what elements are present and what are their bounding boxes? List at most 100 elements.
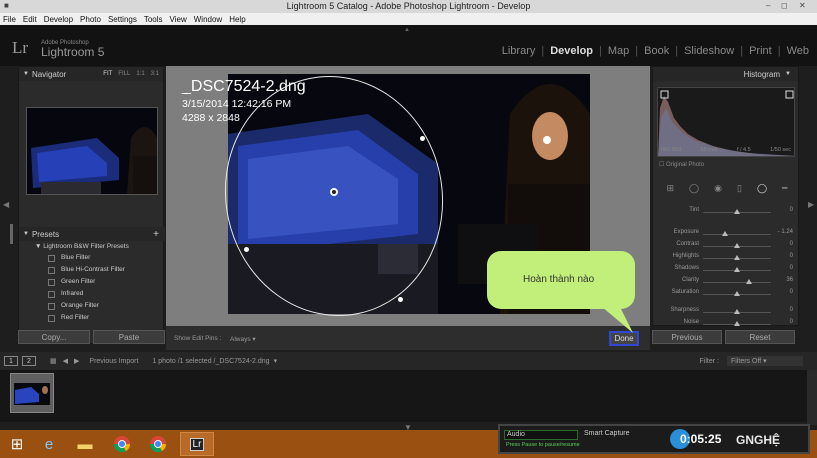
chrome-icon[interactable]	[143, 432, 173, 456]
presets-header[interactable]: ▼ Presets +	[19, 227, 165, 241]
original-photo-toggle[interactable]: ☐ Original Photo	[659, 161, 704, 168]
navigator-header[interactable]: ▼ Navigator FIT FILL 1:1 3:1	[19, 67, 163, 81]
slider-saturation[interactable]: Saturation 0	[655, 289, 795, 300]
radial-filter-handle[interactable]	[420, 136, 425, 141]
slider-clarity[interactable]: Clarity 36	[655, 277, 795, 288]
grid-view-icon[interactable]: ▦	[50, 357, 57, 365]
menu-settings[interactable]: Settings	[108, 15, 137, 24]
selection-dropdown-icon[interactable]: ▾	[274, 357, 278, 365]
collapse-top-icon[interactable]: ▲	[404, 27, 410, 33]
module-library[interactable]: Library	[502, 45, 536, 57]
slider-highlights[interactable]: Highlights 0	[655, 253, 795, 264]
preset-item[interactable]: Blue Hi-Contrast Filter	[19, 264, 165, 276]
slider-value[interactable]: - 1.24	[769, 229, 793, 235]
preset-item[interactable]: Blue Filter	[19, 252, 165, 264]
slider-knob[interactable]	[734, 209, 740, 214]
menu-develop[interactable]: Develop	[44, 15, 73, 24]
radial-filter-handle[interactable]	[244, 247, 249, 252]
slider-value[interactable]: 0	[769, 289, 793, 295]
menu-tools[interactable]: Tools	[144, 15, 163, 24]
slider-value[interactable]: 0	[769, 319, 793, 325]
zoom-1-1[interactable]: 1:1	[136, 71, 144, 77]
slider-sharpness[interactable]: Sharpness 0	[655, 307, 795, 318]
slider-exposure[interactable]: Exposure - 1.24	[655, 229, 795, 240]
slider-value[interactable]: 0	[769, 207, 793, 213]
main-window-button[interactable]: 1	[4, 356, 18, 366]
menu-help[interactable]: Help	[229, 15, 245, 24]
module-map[interactable]: Map	[608, 45, 629, 57]
slider-noise[interactable]: Noise 0	[655, 319, 795, 330]
chrome-icon[interactable]	[107, 432, 137, 456]
maximize-icon[interactable]: ◻	[781, 1, 788, 10]
slider-knob[interactable]	[734, 321, 740, 326]
lightroom-taskbar-icon[interactable]: Lr	[180, 432, 214, 456]
slider-value[interactable]: 36	[769, 277, 793, 283]
menu-window[interactable]: Window	[194, 15, 222, 24]
menu-photo[interactable]: Photo	[80, 15, 101, 24]
second-window-button[interactable]: 2	[22, 356, 36, 366]
left-scrollbar[interactable]	[10, 224, 13, 244]
add-preset-icon[interactable]: +	[153, 229, 165, 240]
forward-arrow-icon[interactable]: ▶	[74, 357, 79, 365]
radial-filter-handle[interactable]	[398, 297, 403, 302]
preset-item[interactable]: Red Filter	[19, 312, 165, 324]
slider-track[interactable]	[703, 234, 771, 235]
windows-start-icon[interactable]: ⊞	[2, 432, 32, 456]
slider-knob[interactable]	[734, 243, 740, 248]
filmstrip-source[interactable]: Previous Import	[89, 358, 138, 365]
menu-view[interactable]: View	[170, 15, 187, 24]
collapse-right-icon[interactable]: ▶	[808, 200, 814, 209]
slider-value[interactable]: 0	[769, 307, 793, 313]
slider-knob[interactable]	[746, 279, 753, 284]
slider-value[interactable]: 0	[769, 253, 793, 259]
slider-knob[interactable]	[734, 255, 740, 260]
file-explorer-icon[interactable]: ▬	[70, 432, 100, 456]
module-develop[interactable]: Develop	[550, 45, 593, 57]
previous-button[interactable]: Previous	[652, 330, 722, 344]
filmstrip-thumbnail[interactable]	[10, 373, 54, 413]
preset-item[interactable]: Infrared	[19, 288, 165, 300]
slider-contrast[interactable]: Contrast 0	[655, 241, 795, 252]
preset-item[interactable]: Orange Filter	[19, 300, 165, 312]
show-pins-select[interactable]: Always ▾	[230, 335, 256, 343]
slider-knob[interactable]	[722, 231, 729, 236]
navigator-preview[interactable]	[26, 107, 158, 195]
copy-button[interactable]: Copy...	[18, 330, 90, 344]
slider-knob[interactable]	[734, 267, 740, 272]
radial-filter-icon[interactable]: ◯	[757, 183, 767, 194]
graduated-filter-icon[interactable]: ▯	[737, 183, 742, 194]
histogram-header[interactable]: Histogram ▼	[653, 67, 798, 81]
slider-tint[interactable]: Tint 0	[655, 207, 795, 218]
slider-value[interactable]: 0	[769, 265, 793, 271]
close-icon[interactable]: ✕	[799, 1, 806, 10]
preset-item[interactable]: Green Filter	[19, 276, 165, 288]
slider-knob[interactable]	[734, 291, 740, 296]
edit-pin[interactable]	[543, 136, 551, 144]
red-eye-icon[interactable]: ◉	[714, 183, 722, 194]
filmstrip-scrollbar[interactable]	[807, 370, 817, 425]
module-print[interactable]: Print	[749, 45, 772, 57]
zoom-fill[interactable]: FILL	[118, 71, 130, 77]
preset-folder[interactable]: ▼ Lightroom B&W Filter Presets	[19, 241, 165, 252]
menu-edit[interactable]: Edit	[23, 15, 37, 24]
internet-explorer-icon[interactable]: e	[34, 432, 64, 456]
crop-overlay-icon[interactable]: ⊞	[667, 183, 675, 194]
module-web[interactable]: Web	[787, 45, 809, 57]
adjustment-brush-icon[interactable]: ━	[782, 183, 787, 194]
minimize-icon[interactable]: –	[766, 1, 770, 10]
zoom-3-1[interactable]: 3:1	[151, 71, 159, 77]
zoom-fit[interactable]: FIT	[103, 71, 112, 77]
module-slideshow[interactable]: Slideshow	[684, 45, 734, 57]
paste-button[interactable]: Paste	[93, 330, 165, 344]
back-arrow-icon[interactable]: ◀	[63, 357, 68, 365]
module-book[interactable]: Book	[644, 45, 669, 57]
filter-select[interactable]: Filters Off ▾	[727, 356, 803, 366]
slider-track[interactable]	[703, 282, 771, 283]
slider-value[interactable]: 0	[769, 241, 793, 247]
radial-filter-center-pin[interactable]	[330, 188, 338, 196]
slider-knob[interactable]	[734, 309, 740, 314]
reset-button[interactable]: Reset	[725, 330, 795, 344]
slider-shadows[interactable]: Shadows 0	[655, 265, 795, 276]
spot-removal-icon[interactable]: ◯	[689, 183, 699, 194]
menu-file[interactable]: File	[3, 15, 16, 24]
